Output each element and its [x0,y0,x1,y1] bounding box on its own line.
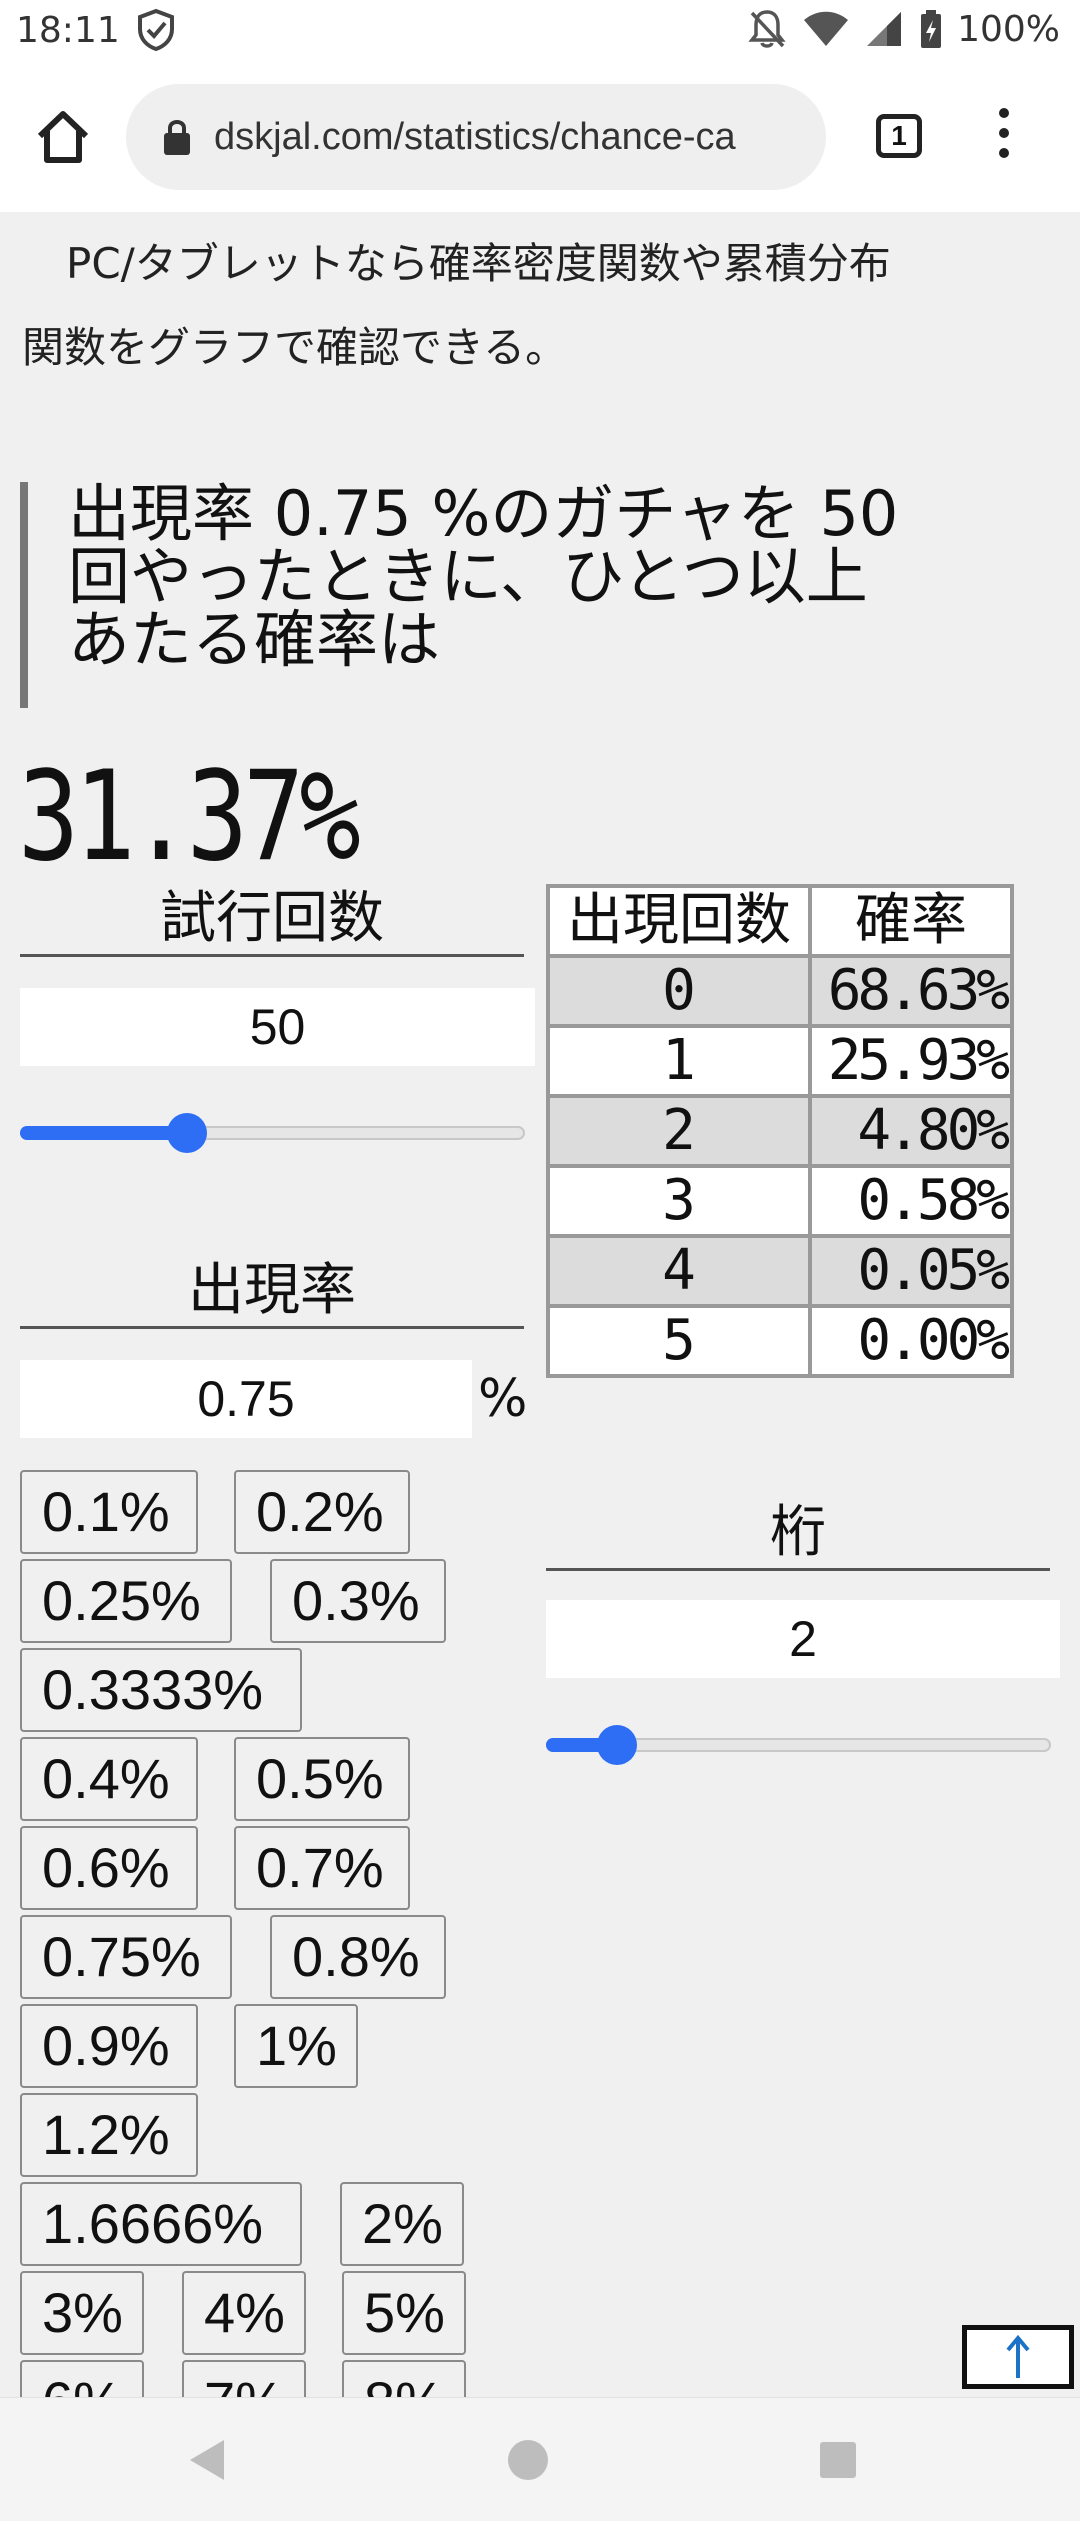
status-time: 18:11 [16,10,120,51]
row-probability: 0.05% [808,1234,1014,1308]
preset-button[interactable]: 0.5% [234,1737,410,1821]
preset-button[interactable]: 1% [234,2004,358,2088]
home-icon[interactable] [32,106,94,168]
table-header-row: 出現回数 確率 [546,884,1014,958]
back-icon[interactable] [186,2436,230,2484]
more-menu-icon[interactable] [992,108,1016,168]
preset-button[interactable]: 0.3333% [20,1648,302,1732]
header-count: 出現回数 [546,884,812,958]
intro-line-2: 関数をグラフで確認できる。 [22,323,568,372]
preset-button[interactable]: 1.6666% [20,2182,302,2266]
preset-button[interactable]: 6% [20,2360,144,2397]
digits-slider[interactable] [546,1724,1051,1765]
rate-label: 出現率 [20,1256,524,1329]
digits-label: 桁 [546,1498,1050,1571]
preset-button[interactable]: 2% [340,2182,464,2266]
trials-input[interactable] [20,988,535,1066]
intro-line-1: PC/タブレットなら確率密度関数や累積分布 [66,239,891,288]
digits-slider-thumb[interactable] [596,1725,637,1765]
table-row: 5 0.00% [546,1304,1014,1378]
shield-check-icon [138,8,174,52]
tab-switcher-button[interactable]: 1 [876,114,922,158]
preset-button[interactable]: 0.7% [234,1826,410,1910]
lock-icon [164,120,190,155]
address-bar[interactable]: dskjal.com/statistics/chance-ca [126,84,826,190]
preset-button[interactable]: 7% [182,2360,306,2397]
rate-unit: % [478,1369,528,1429]
wifi-icon [804,11,849,46]
row-count: 0 [546,954,812,1028]
question-line-2: 回やったときに、ひとつ以上 [68,540,868,613]
probability-table: 出現回数 確率 0 68.63% 1 25.93% 2 4.80% 3 0.58% 40… [546,884,1014,1378]
page-content: PC/タブレットなら確率密度関数や累積分布 関数をグラフで確認できる。 出現率 … [0,212,1080,2397]
preset-button[interactable]: 0.9% [20,2004,198,2088]
table-row: 1 25.93% [546,1024,1014,1098]
navigation-bar [0,2397,1080,2521]
arrow-up-icon [1006,2334,1030,2378]
browser-toolbar: dskjal.com/statistics/chance-ca 1 [0,62,1080,212]
status-bar: 18:11 100% [0,0,1080,62]
preset-button[interactable]: 0.25% [20,1559,232,1643]
battery-charging-icon [921,10,942,48]
row-count: 5 [546,1304,812,1378]
trials-slider-fill [20,1126,187,1140]
table-row: 2 4.80% [546,1094,1014,1168]
row-count: 4 [546,1234,812,1308]
question-line-3: あたる確率は [68,603,441,676]
row-probability: 0.00% [808,1304,1014,1378]
notifications-off-icon [748,10,786,48]
question-heading: 出現率 0.75 %のガチャを 50 回やったときに、ひとつ以上 あたる確率は [20,482,1030,708]
row-count: 1 [546,1024,812,1098]
preset-button[interactable]: 1.2% [20,2093,198,2177]
row-probability: 68.63% [808,954,1014,1028]
preset-button[interactable]: 3% [20,2271,144,2355]
url-text: dskjal.com/statistics/chance-ca [214,115,736,158]
question-line-1: 出現率 0.75 %のガチャを 50 [68,477,899,550]
home-nav-icon[interactable] [506,2438,550,2482]
preset-button[interactable]: 0.2% [234,1470,410,1554]
trials-label: 試行回数 [20,884,524,957]
result-probability: 31.37% [18,745,361,889]
rate-input[interactable] [20,1360,472,1438]
row-probability: 4.80% [808,1094,1014,1168]
preset-button[interactable]: 8% [342,2360,466,2397]
header-probability: 確率 [808,884,1014,958]
preset-button[interactable]: 0.6% [20,1826,198,1910]
recents-icon[interactable] [818,2440,858,2480]
preset-button[interactable]: 0.4% [20,1737,198,1821]
trials-slider-thumb[interactable] [166,1113,207,1153]
preset-button[interactable]: 0.1% [20,1470,198,1554]
scroll-to-top-button[interactable] [962,2325,1074,2389]
intro-text: PC/タブレットなら確率密度関数や累積分布 関数をグラフで確認できる。 [22,222,1042,390]
preset-button[interactable]: 0.8% [270,1915,446,1999]
preset-button[interactable]: 0.75% [20,1915,232,1999]
battery-level: 100% [957,8,1060,50]
digits-input[interactable] [546,1600,1060,1678]
preset-button[interactable]: 0.3% [270,1559,446,1643]
table-row: 0 68.63% [546,954,1014,1028]
row-probability: 0.58% [808,1164,1014,1238]
status-icons: 100% [747,8,1060,50]
row-count: 3 [546,1164,812,1238]
trials-slider[interactable] [20,1112,525,1153]
row-probability: 25.93% [808,1024,1014,1098]
table-row: 3 0.58% [546,1164,1014,1238]
signal-icon [867,12,902,46]
row-count: 2 [546,1094,812,1168]
preset-button[interactable]: 4% [182,2271,306,2355]
preset-button[interactable]: 5% [342,2271,466,2355]
table-row: 4 0.05% [546,1234,1014,1308]
